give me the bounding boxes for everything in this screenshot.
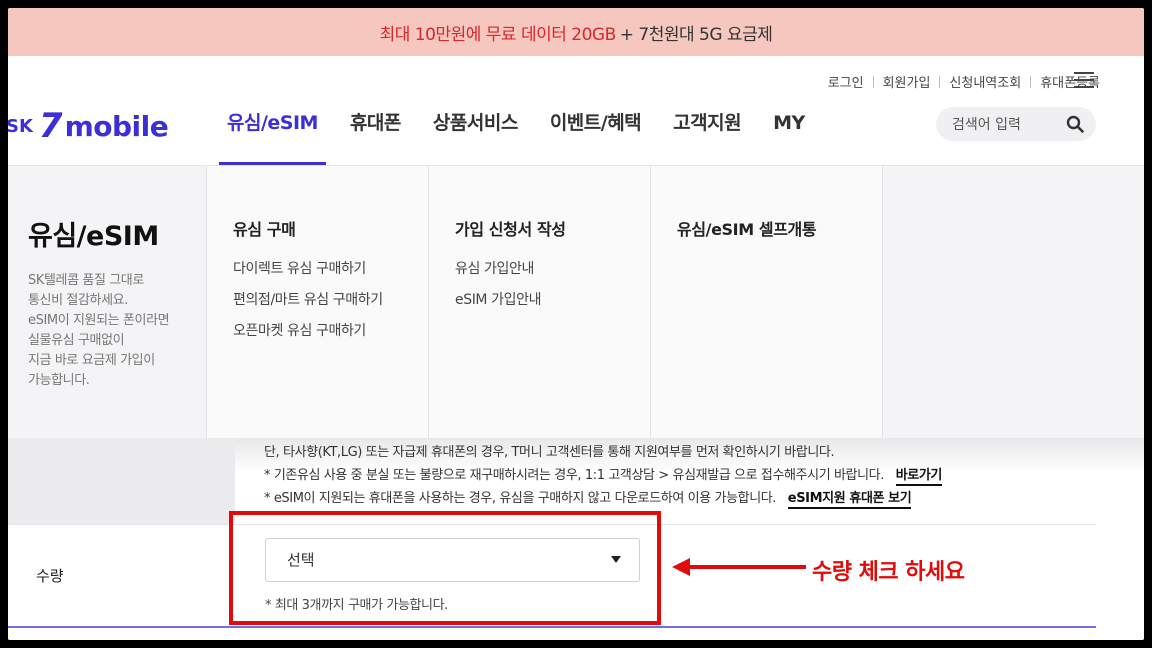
nav-my[interactable]: MY [773,108,805,138]
divider [1030,75,1032,88]
search-input[interactable]: 검색어 입력 [936,107,1096,141]
annotation-arrow-icon [672,558,806,576]
mega-description: SK텔레콤 품질 그대로 통신비 절감하세요. eSIM이 지원되는 폰이라면 … [28,273,170,388]
utility-nav: 로그인 회원가입 신청내역조회 휴대폰등록 [828,72,1100,91]
mega-menu: 유심/eSIM SK텔레콤 품질 그대로 통신비 절감하세요. eSIM이 지원… [8,166,1144,438]
login-link[interactable]: 로그인 [828,72,864,91]
annotation-text: 수량 체크 하세요 [812,560,965,585]
annotation-highlight-box [229,511,661,625]
main-nav: 유심/eSIM 휴대폰 상품서비스 이벤트/혜택 고객지원 MY [219,108,837,166]
site-logo[interactable]: SK 7 mobile [8,106,169,146]
search-placeholder: 검색어 입력 [952,117,1021,133]
logo-seven: 7 [38,106,63,146]
nav-usim-esim[interactable]: 유심/eSIM [219,108,326,166]
menu-icon[interactable] [1074,72,1094,88]
mega-link[interactable]: 다이렉트 유심 구매하기 [233,258,428,278]
mega-col-heading[interactable]: 가입 신청서 작성 [455,216,650,240]
section-bottom-line [8,626,1096,628]
promo-highlight: 최대 10만원에 무료 데이터 20GB [379,24,617,45]
logo-word: mobile [64,109,169,143]
promo-banner[interactable]: 최대 10만원에 무료 데이터 20GB + 7천원대 5G 요금제 [8,8,1144,56]
mega-col-usim-purchase: 유심 구매 다이렉트 유심 구매하기 편의점/마트 유심 구매하기 오픈마켓 유… [206,166,428,438]
notice-line: * eSIM이 지원되는 휴대폰을 사용하는 경우, 유심을 구매하지 않고 다… [264,490,942,513]
nav-support[interactable]: 고객지원 [673,108,741,138]
nav-event-benefit[interactable]: 이벤트/혜택 [550,108,642,138]
nav-product-service[interactable]: 상품서비스 [433,108,518,138]
quantity-label: 수량 [36,567,64,585]
esim-phones-link[interactable]: eSIM지원 휴대폰 보기 [787,491,912,509]
mega-col-application: 가입 신청서 작성 유심 가입안내 eSIM 가입안내 [428,166,650,438]
logo-sk: SK [8,115,33,137]
mega-intro: 유심/eSIM SK텔레콤 품질 그대로 통신비 절감하세요. eSIM이 지원… [8,166,206,438]
notice-list: 단, 타사향(KT,LG) 또는 자급제 휴대폰의 경우, T머니 고객센터를 … [264,444,942,513]
notice-line: 단, 타사향(KT,LG) 또는 자급제 휴대폰의 경우, T머니 고객센터를 … [264,445,835,460]
mega-link[interactable]: eSIM 가입안내 [455,289,650,309]
mega-link[interactable]: 편의점/마트 유심 구매하기 [233,289,428,309]
mega-filler [882,166,1144,438]
divider [872,75,874,88]
nav-phone[interactable]: 휴대폰 [350,108,401,138]
divider [939,75,941,88]
shortcut-link[interactable]: 바로가기 [895,468,942,486]
mega-link[interactable]: 오픈마켓 유심 구매하기 [233,320,428,340]
notice-line: * 기존유심 사용 중 분실 또는 불량으로 재구매하시려는 경우, 1:1 고… [264,467,942,490]
search-icon[interactable] [1066,115,1084,133]
browser-frame: 최대 10만원에 무료 데이터 20GB + 7천원대 5G 요금제 로그인 회… [8,8,1144,640]
mega-link[interactable]: 유심 가입안내 [455,258,650,278]
mega-col-heading[interactable]: 유심 구매 [233,216,428,240]
mega-col-heading[interactable]: 유심/eSIM 셀프개통 [677,216,882,240]
join-link[interactable]: 회원가입 [883,72,931,91]
label-column-shade [8,438,235,524]
history-link[interactable]: 신청내역조회 [949,72,1021,91]
mega-col-self-activation: 유심/eSIM 셀프개통 [650,166,882,438]
mega-title: 유심/eSIM [28,221,159,252]
promo-rest: + 7천원대 5G 요금제 [619,24,773,45]
